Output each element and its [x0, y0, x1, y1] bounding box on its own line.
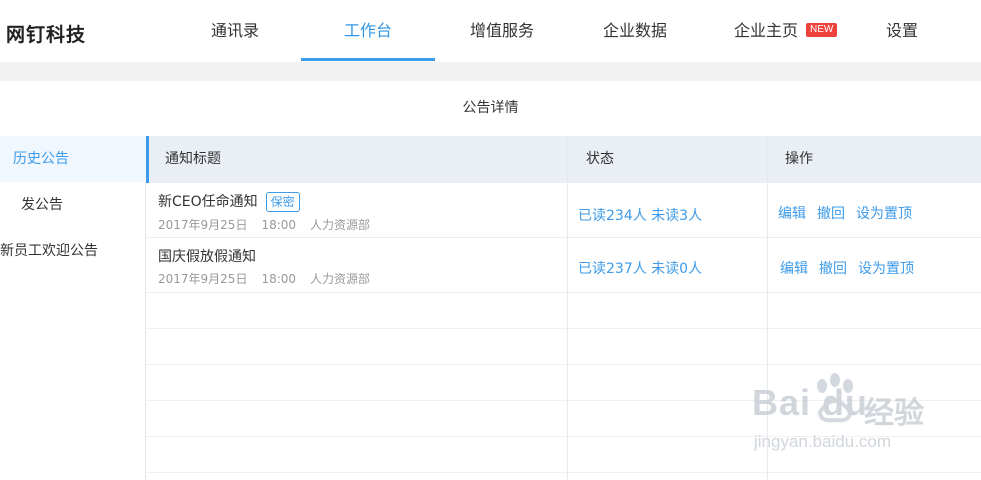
- notice-title[interactable]: 新CEO任命通知: [158, 194, 258, 210]
- page-title: 公告详情: [462, 100, 519, 116]
- active-tab-underline: [301, 58, 435, 61]
- top-nav-bar: 网钉科技 通讯录 工作台 增值服务 企业数据 企业主页 NEW 设置: [0, 0, 981, 62]
- pin-to-top-link[interactable]: 设为置顶: [858, 261, 914, 277]
- table-row: 国庆假放假通知 2017年9月25日 18:00 人力资源部 已读237人 未读0人…: [146, 238, 981, 293]
- row-meta: 2017年9月25日 18:00 人力资源部: [158, 216, 384, 233]
- nav-item-value-added-services[interactable]: 增值服务: [466, 0, 538, 62]
- sidebar-item-label: 历史公告: [13, 151, 69, 167]
- table-header: 通知标题 状态 操作: [146, 136, 981, 183]
- edit-link[interactable]: 编辑: [780, 261, 808, 277]
- sidebar-item-post-announcement[interactable]: 发公告: [0, 182, 146, 228]
- notice-date: 2017年9月25日: [158, 272, 248, 286]
- header-divider-strip: [0, 62, 981, 81]
- column-header-title: 通知标题: [165, 151, 221, 167]
- notice-department: 人力资源部: [310, 218, 371, 232]
- notice-department: 人力资源部: [310, 272, 371, 286]
- notice-date: 2017年9月25日: [158, 218, 248, 232]
- row-title-cell: 新CEO任命通知 保密: [158, 191, 300, 212]
- baidu-jingyan-watermark: Bai du 经验 jingyan.baidu.com: [752, 372, 972, 467]
- confidential-badge: 保密: [265, 192, 300, 212]
- nav-item-label: 工作台: [343, 21, 392, 40]
- withdraw-link[interactable]: 撤回: [817, 206, 845, 222]
- row-actions: 编辑 撤回 设为置顶: [778, 203, 923, 223]
- watermark-url: jingyan.baidu.com: [754, 432, 892, 451]
- nav-item-enterprise-data[interactable]: 企业数据: [599, 0, 671, 62]
- notice-time: 18:00: [261, 272, 297, 286]
- watermark-cn-text: 经验: [864, 396, 924, 431]
- nav-item-workbench[interactable]: 工作台: [301, 0, 435, 62]
- nav-item-label: 企业主页: [734, 21, 799, 40]
- sidebar-item-label: 发公告: [21, 197, 63, 213]
- nav-item-label: 通讯录: [210, 21, 259, 40]
- column-header-status: 状态: [586, 151, 614, 167]
- row-actions: 编辑 撤回 设为置顶: [780, 258, 925, 278]
- table-row: 新CEO任命通知 保密 2017年9月25日 18:00 人力资源部 已读234人 未…: [146, 183, 981, 238]
- nav-item-label: 增值服务: [469, 21, 534, 40]
- empty-row-divider: [146, 472, 981, 473]
- withdraw-link[interactable]: 撤回: [819, 261, 847, 277]
- nav-item-contacts[interactable]: 通讯录: [205, 0, 265, 62]
- read-status[interactable]: 已读234人 未读3人: [578, 205, 702, 225]
- nav-item-enterprise-homepage[interactable]: 企业主页 NEW: [734, 0, 844, 62]
- watermark-logo-text: Bai du: [752, 382, 869, 423]
- read-status[interactable]: 已读237人 未读0人: [578, 258, 702, 278]
- notice-time: 18:00: [261, 218, 297, 232]
- row-title-cell: 国庆假放假通知: [158, 246, 256, 266]
- empty-row-divider: [146, 328, 981, 329]
- new-badge: NEW: [806, 23, 838, 37]
- page-title-bar: 公告详情: [0, 81, 981, 136]
- nav-item-settings[interactable]: 设置: [882, 0, 922, 62]
- row-meta: 2017年9月25日 18:00 人力资源部: [158, 270, 384, 287]
- sidebar-item-label: 新员工欢迎公告: [0, 243, 98, 259]
- column-header-actions: 操作: [785, 151, 813, 167]
- nav-item-label: 设置: [885, 21, 918, 40]
- edit-link[interactable]: 编辑: [778, 206, 806, 222]
- notice-title[interactable]: 国庆假放假通知: [158, 249, 256, 265]
- sidebar-item-history-announcements[interactable]: 历史公告: [0, 136, 146, 182]
- empty-row-divider: [146, 364, 981, 365]
- nav-item-label: 企业数据: [602, 21, 667, 40]
- pin-to-top-link[interactable]: 设为置顶: [856, 206, 912, 222]
- sidebar: 历史公告 发公告 新员工欢迎公告: [0, 136, 146, 480]
- sidebar-item-new-employee-welcome[interactable]: 新员工欢迎公告: [0, 228, 146, 274]
- company-logo: 网钉科技: [6, 24, 87, 46]
